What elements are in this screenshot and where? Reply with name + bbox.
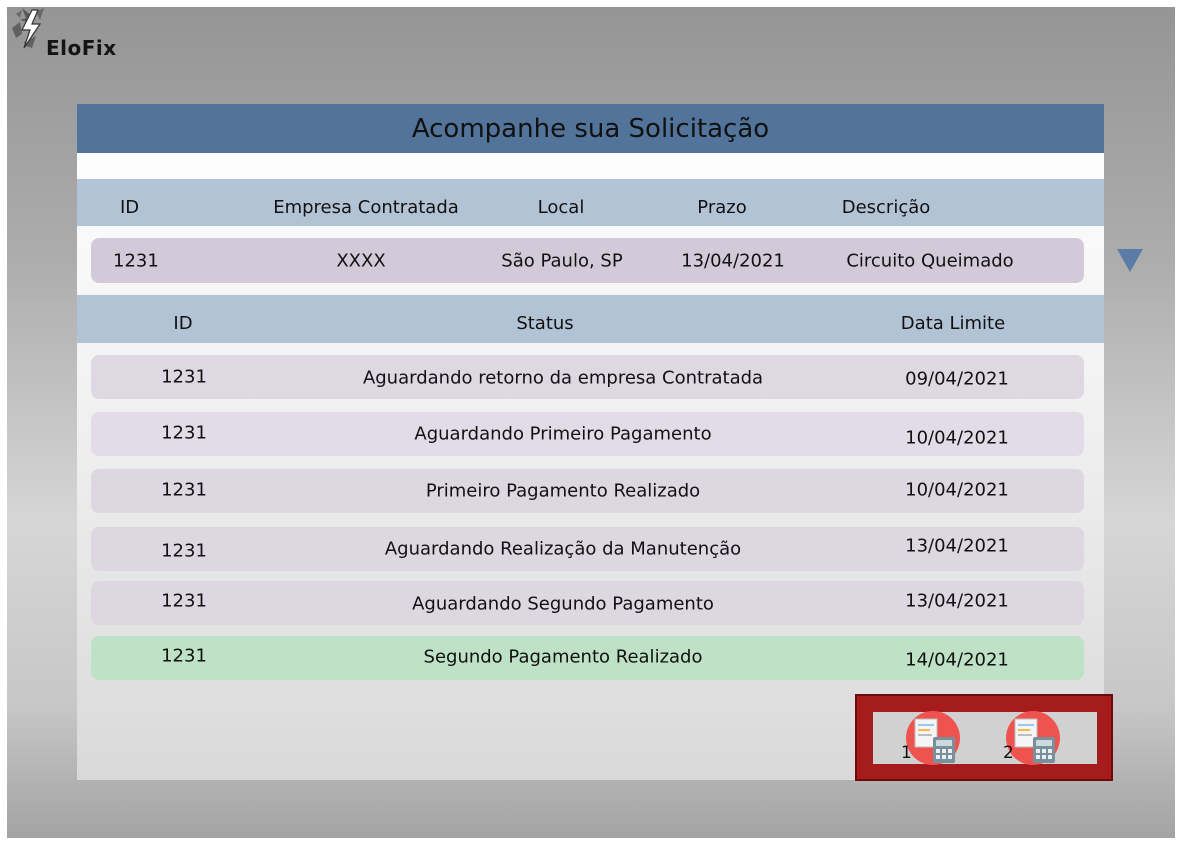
payment-actions-inner: 1 2 bbox=[873, 711, 1097, 765]
status-table-header: ID Status Data Limite bbox=[77, 295, 1104, 343]
status-row-data: 13/04/2021 bbox=[905, 535, 1009, 557]
request-empresa: XXXX bbox=[336, 250, 386, 271]
status-row: 1231 Primeiro Pagamento Realizado 10/04/… bbox=[91, 469, 1084, 513]
status-row-id: 1231 bbox=[161, 540, 207, 562]
payment-2-label: 2 bbox=[1003, 743, 1014, 763]
status-row: 1231 Aguardando retorno da empresa Contr… bbox=[91, 355, 1084, 399]
triangle-down-icon[interactable] bbox=[1117, 249, 1143, 272]
status-row: 1231 Aguardando Segundo Pagamento 13/04/… bbox=[91, 581, 1084, 625]
column-header-id: ID bbox=[120, 197, 140, 218]
status-row: 1231 Segundo Pagamento Realizado 14/04/2… bbox=[91, 636, 1084, 680]
status-row-data: 14/04/2021 bbox=[905, 649, 1009, 671]
status-row-data: 10/04/2021 bbox=[905, 427, 1009, 449]
request-prazo: 13/04/2021 bbox=[681, 250, 785, 271]
request-local: São Paulo, SP bbox=[501, 250, 623, 271]
status-row-status: Aguardando Segundo Pagamento bbox=[412, 593, 714, 615]
status-row-id: 1231 bbox=[161, 590, 207, 612]
status-row-id: 1231 bbox=[161, 422, 207, 444]
column-header-empresa: Empresa Contratada bbox=[273, 197, 459, 218]
brand-name: EloFix bbox=[46, 36, 117, 60]
payment-1-label: 1 bbox=[901, 743, 912, 763]
brand-logo: EloFix bbox=[10, 6, 140, 66]
status-row-data: 10/04/2021 bbox=[905, 479, 1009, 501]
invoice-calculator-icon bbox=[906, 711, 960, 765]
status-row-status: Aguardando Realização da Manutenção bbox=[384, 538, 742, 560]
status-row-id: 1231 bbox=[161, 479, 207, 501]
column-header-status-id: ID bbox=[173, 313, 193, 334]
status-row: 1231 Aguardando Realização da Manutenção… bbox=[91, 527, 1084, 571]
column-header-local: Local bbox=[537, 197, 585, 218]
column-header-data-limite: Data Limite bbox=[900, 313, 1006, 334]
status-row: 1231 Aguardando Primeiro Pagamento 10/04… bbox=[91, 412, 1084, 456]
payment-actions: 1 2 bbox=[855, 694, 1113, 781]
status-row-status: Primeiro Pagamento Realizado bbox=[425, 480, 701, 502]
request-id: 1231 bbox=[113, 250, 159, 271]
status-row-status: Aguardando Primeiro Pagamento bbox=[414, 423, 712, 445]
column-header-prazo: Prazo bbox=[697, 197, 747, 218]
status-row-id: 1231 bbox=[161, 366, 207, 388]
column-header-descricao: Descrição bbox=[841, 197, 931, 218]
payment-1-button[interactable]: 1 bbox=[901, 711, 967, 771]
page-title: Acompanhe sua Solicitação bbox=[77, 104, 1104, 153]
request-row[interactable]: 1231 XXXX São Paulo, SP 13/04/2021 Circu… bbox=[91, 238, 1084, 283]
status-row-data: 09/04/2021 bbox=[905, 368, 1009, 390]
request-descricao: Circuito Queimado bbox=[846, 250, 1014, 271]
payment-2-button[interactable]: 2 bbox=[1003, 711, 1067, 771]
lightning-bolt-icon bbox=[12, 8, 44, 49]
status-row-data: 13/04/2021 bbox=[905, 590, 1009, 612]
status-row-status: Segundo Pagamento Realizado bbox=[423, 646, 703, 668]
status-row-id: 1231 bbox=[161, 645, 207, 667]
column-header-status: Status bbox=[516, 313, 574, 334]
request-table-header: ID Empresa Contratada Local Prazo Descri… bbox=[77, 179, 1104, 226]
status-row-status: Aguardando retorno da empresa Contratada bbox=[362, 367, 764, 389]
